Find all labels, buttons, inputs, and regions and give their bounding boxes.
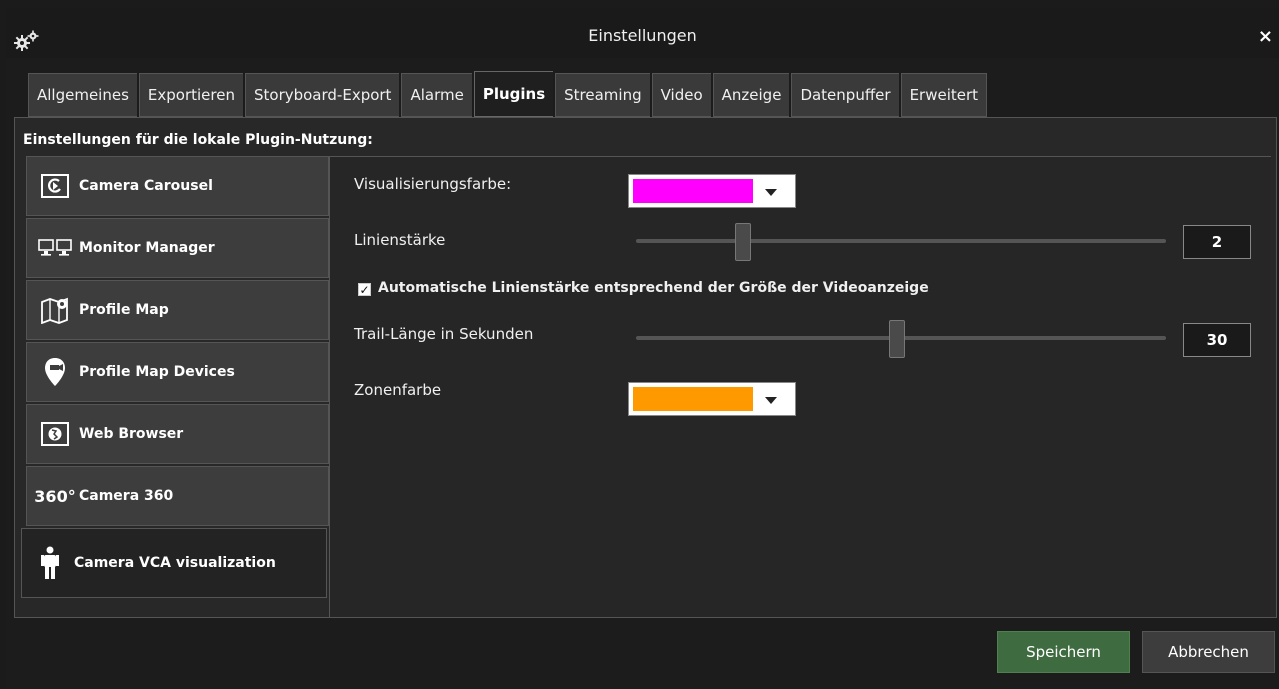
person-icon <box>32 546 68 579</box>
sidebar-item-label: Profile Map <box>79 302 169 318</box>
auto-line-width-checkbox[interactable]: ✓ <box>358 283 371 296</box>
line-width-label: Linienstärke <box>354 231 446 249</box>
tab-storyboard-export[interactable]: Storyboard-Export <box>244 73 400 117</box>
sidebar-item-label: Camera 360 <box>79 488 174 504</box>
tab-alarme[interactable]: Alarme <box>401 73 472 117</box>
zone-color-swatch <box>633 387 753 411</box>
tab-plugins[interactable]: Plugins <box>473 71 554 117</box>
sidebar-item-profile-map[interactable]: Profile Map <box>26 280 329 340</box>
cancel-button[interactable]: Abbrechen <box>1142 631 1275 673</box>
sidebar-item-camera-360[interactable]: 360° Camera 360 <box>26 466 329 526</box>
sidebar-item-label: Web Browser <box>79 426 184 442</box>
tab-datenpuffer[interactable]: Datenpuffer <box>791 73 899 117</box>
zone-color-select[interactable] <box>628 382 796 416</box>
sidebar-item-label: Camera VCA visualization <box>74 555 276 571</box>
checkmark-icon: ✓ <box>359 282 370 297</box>
monitors-icon <box>37 232 73 264</box>
sidebar-item-camera-vca[interactable]: Camera VCA visualization <box>21 528 327 598</box>
panel-header: Einstellungen für die lokale Plugin-Nutz… <box>23 132 373 148</box>
trail-length-label: Trail-Länge in Sekunden <box>354 325 534 343</box>
trail-length-value[interactable]: 30 <box>1183 323 1251 357</box>
close-button[interactable]: × <box>1258 26 1273 47</box>
camera-carousel-icon <box>37 170 73 202</box>
plugins-panel: Einstellungen für die lokale Plugin-Nutz… <box>14 117 1277 618</box>
window-title: Einstellungen <box>588 26 697 45</box>
settings-window: Einstellungen × Allgemeines Exportieren … <box>6 8 1279 689</box>
map-pin-icon <box>37 356 73 388</box>
360-icon: 360° <box>34 486 76 506</box>
tab-streaming[interactable]: Streaming <box>555 73 650 117</box>
tab-exportieren[interactable]: Exportieren <box>138 73 243 117</box>
chevron-down-icon <box>765 397 777 404</box>
plugin-sidebar: Camera Carousel Monitor Manager Profile … <box>21 156 329 600</box>
tab-allgemeines[interactable]: Allgemeines <box>28 73 137 117</box>
tab-anzeige[interactable]: Anzeige <box>712 73 790 117</box>
tab-video[interactable]: Video <box>651 73 711 117</box>
line-width-slider[interactable] <box>636 239 1166 243</box>
map-icon <box>37 294 73 326</box>
sidebar-item-profile-map-devices[interactable]: Profile Map Devices <box>26 342 329 402</box>
plugin-settings-content: Visualisierungsfarbe: Linienstärke 2 ✓ A… <box>329 156 1271 617</box>
chevron-down-icon <box>765 189 777 196</box>
globe-icon <box>37 418 73 450</box>
line-width-slider-thumb[interactable] <box>735 223 751 261</box>
zone-color-label: Zonenfarbe <box>354 381 442 399</box>
sidebar-item-label: Profile Map Devices <box>79 364 235 380</box>
visualization-color-label: Visualisierungsfarbe: <box>354 175 512 193</box>
visualization-color-select[interactable] <box>628 174 796 208</box>
sidebar-item-label: Camera Carousel <box>79 178 213 194</box>
sidebar-item-web-browser[interactable]: Web Browser <box>26 404 329 464</box>
sidebar-item-label: Monitor Manager <box>79 240 215 256</box>
save-button[interactable]: Speichern <box>997 631 1130 673</box>
trail-length-slider-thumb[interactable] <box>889 320 905 358</box>
sidebar-item-camera-carousel[interactable]: Camera Carousel <box>26 156 329 216</box>
auto-line-width-label: Automatische Linienstärke entsprechend d… <box>378 280 929 296</box>
line-width-value[interactable]: 2 <box>1183 225 1251 259</box>
tab-erweitert[interactable]: Erweitert <box>900 73 988 117</box>
tab-bar: Allgemeines Exportieren Storyboard-Expor… <box>28 71 989 117</box>
sidebar-item-monitor-manager[interactable]: Monitor Manager <box>26 218 329 278</box>
visualization-color-swatch <box>633 179 753 203</box>
title-bar: Einstellungen × <box>6 8 1279 58</box>
